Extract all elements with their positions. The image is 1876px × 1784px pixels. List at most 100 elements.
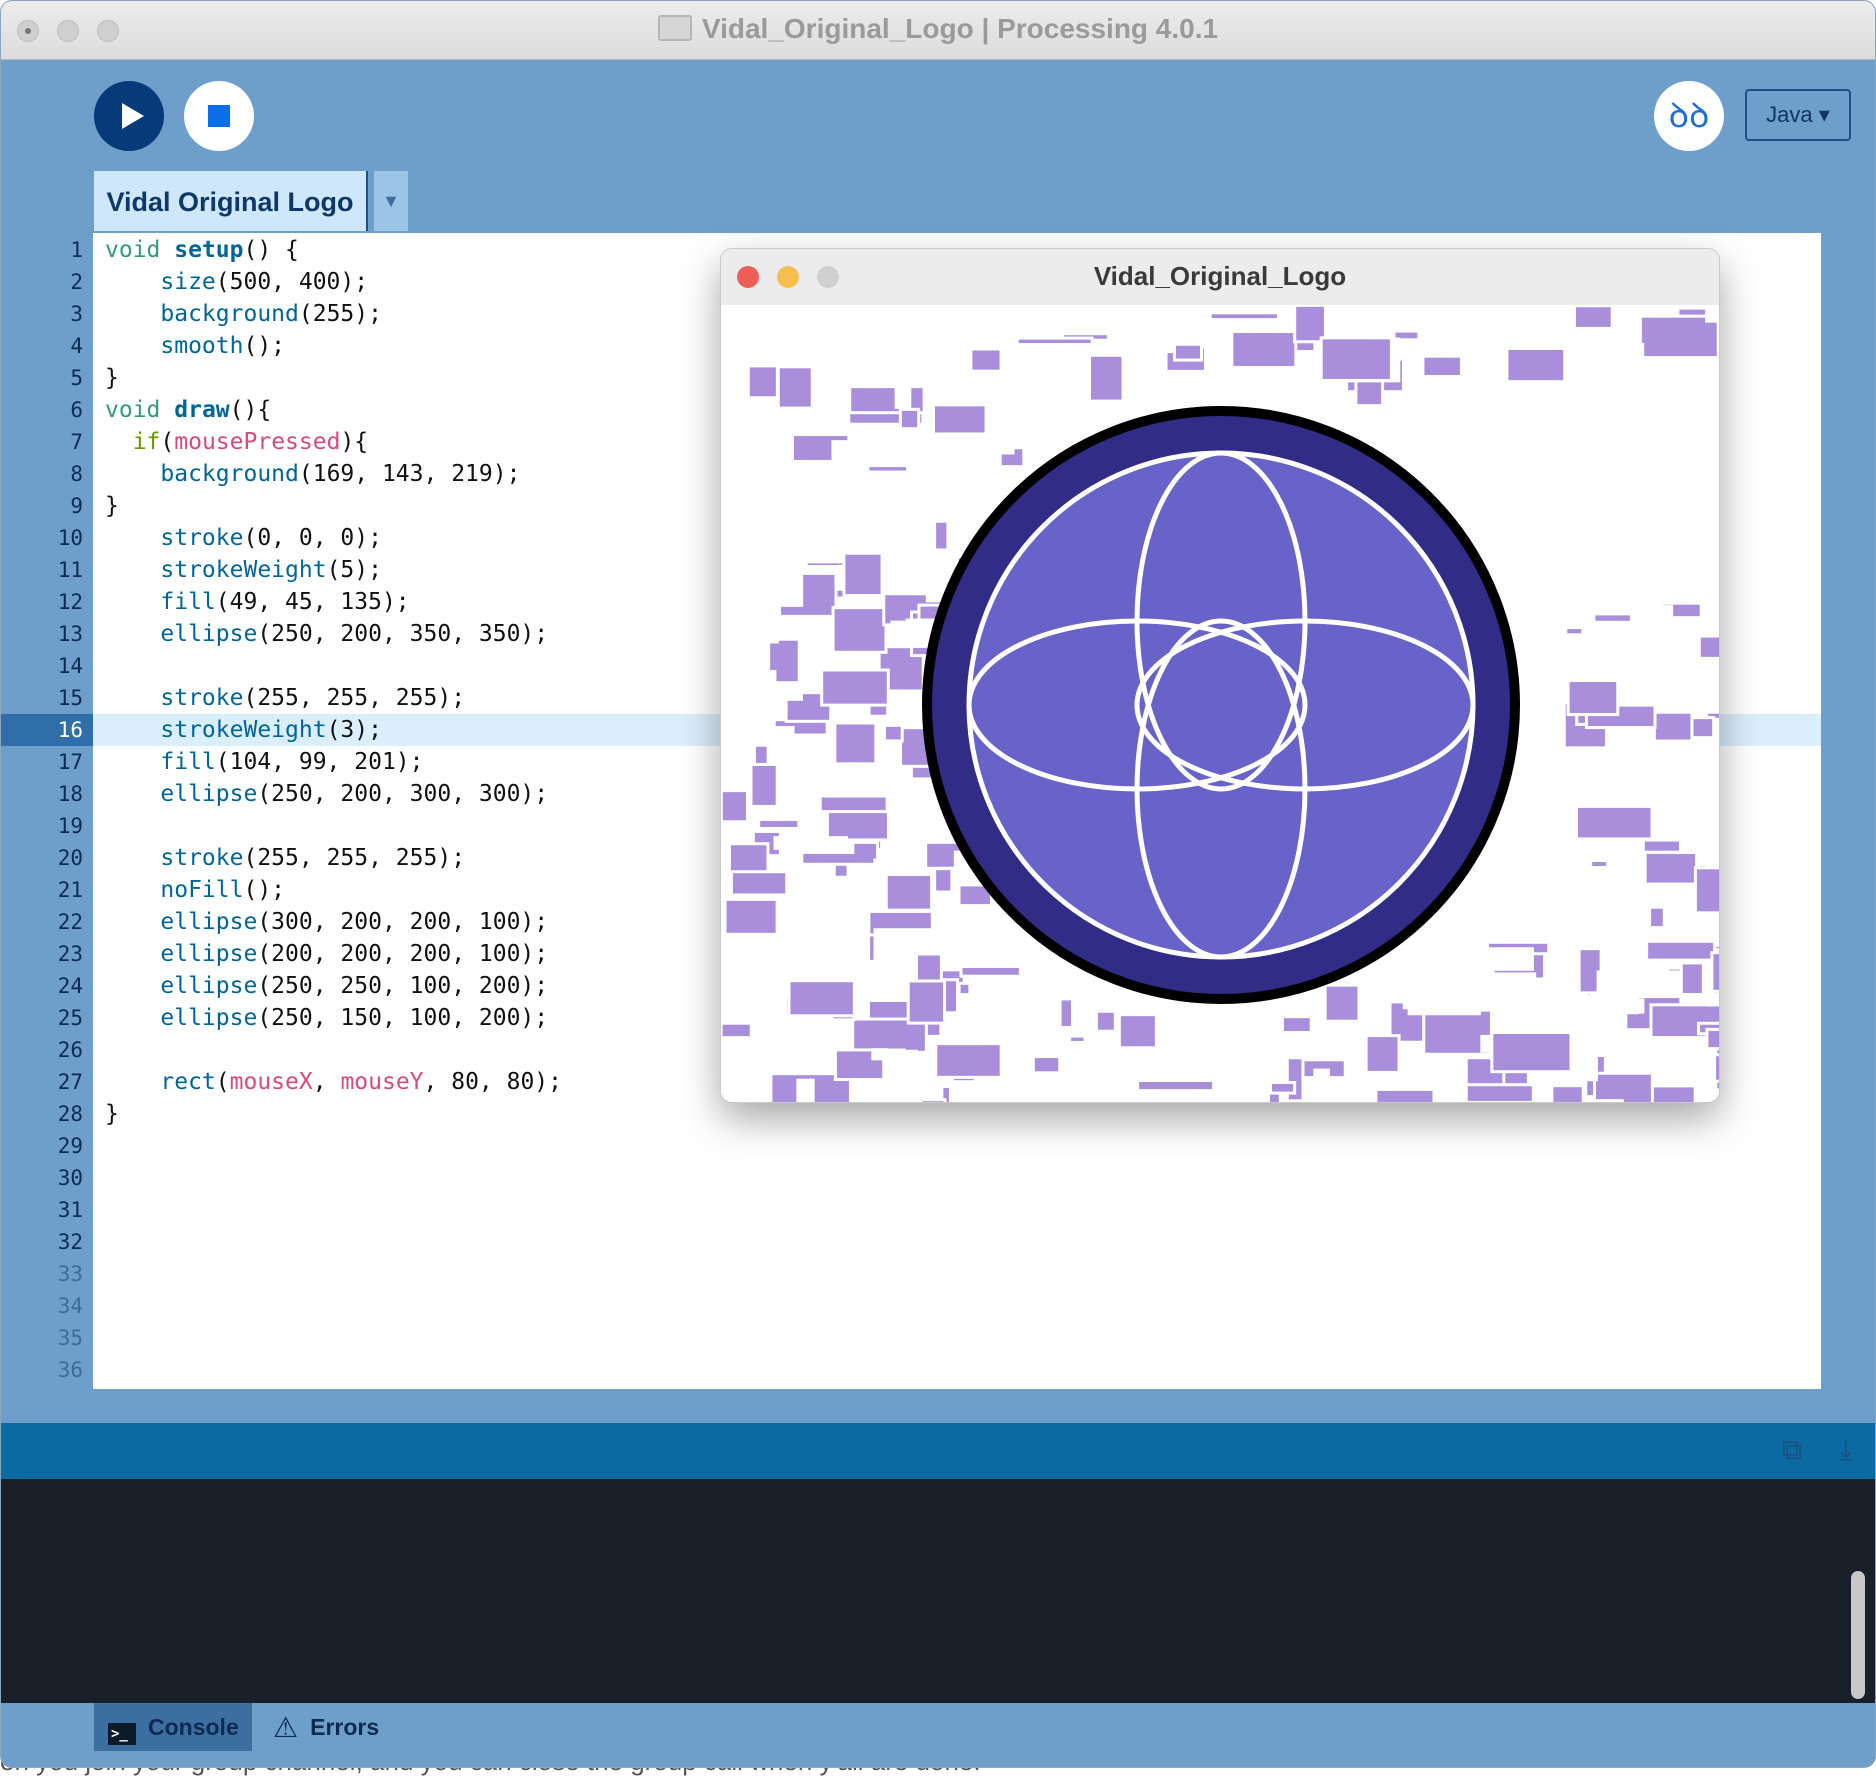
code-line[interactable]: fill(49, 45, 135); — [105, 586, 562, 618]
code-line[interactable]: fill(104, 99, 201); — [105, 746, 562, 778]
code-line[interactable]: smooth(); — [105, 330, 562, 362]
code-line[interactable]: } — [105, 1098, 562, 1130]
debugger-button[interactable]: ꝺꝺ — [1654, 81, 1724, 151]
code-token: ellipse — [160, 941, 258, 967]
code-line[interactable]: stroke(255, 255, 255); — [105, 842, 562, 874]
code-line[interactable] — [105, 810, 562, 842]
code-line[interactable]: } — [105, 362, 562, 394]
mouse-trail-rect — [800, 894, 839, 934]
code-line[interactable]: } — [105, 490, 562, 522]
sketch-window[interactable]: Vidal_Original_Logo — [720, 248, 1720, 1103]
code-token: (104, 99, 201); — [215, 749, 424, 775]
line-number: 5 — [70, 366, 83, 390]
code-line[interactable]: ellipse(250, 200, 300, 300); — [105, 778, 562, 810]
play-icon — [122, 103, 144, 129]
mouse-trail-rect — [1572, 305, 1614, 330]
line-number: 12 — [57, 590, 83, 614]
code-line[interactable]: background(169, 143, 219); — [105, 458, 562, 490]
line-number: 34 — [57, 1294, 83, 1318]
code-token: (); — [243, 333, 286, 359]
mouse-trail-rect — [1583, 783, 1628, 804]
mouse-trail-rect — [1648, 905, 1666, 930]
console-output[interactable] — [1, 1479, 1875, 1703]
code-line[interactable]: void setup() { — [105, 234, 562, 266]
tab-console[interactable]: >_ Console — [94, 1703, 252, 1751]
mouse-trail-rect — [859, 514, 921, 541]
code-line[interactable]: ellipse(250, 150, 100, 200); — [105, 1002, 562, 1034]
code-token: background — [160, 461, 299, 487]
code-line[interactable]: background(255); — [105, 298, 562, 330]
code-token: fill — [160, 749, 216, 775]
code-line[interactable] — [105, 650, 562, 682]
mouse-trail-rect — [746, 364, 779, 400]
code-token: ( — [215, 1069, 230, 1095]
code-line[interactable]: void draw(){ — [105, 394, 562, 426]
line-number: 31 — [57, 1198, 83, 1222]
mouse-trail-rect — [914, 800, 930, 815]
code-line[interactable]: ellipse(250, 200, 350, 350); — [105, 618, 562, 650]
clear-icon[interactable]: ⤓ — [1831, 1435, 1861, 1465]
line-number: 14 — [57, 654, 83, 678]
code-token: (500, 400); — [215, 269, 369, 295]
code-token: stroke — [160, 685, 244, 711]
tab-menu-chevron-down-icon[interactable]: ▼ — [374, 171, 408, 231]
mouse-trail-rect — [1208, 311, 1280, 322]
code-line[interactable]: size(500, 400); — [105, 266, 562, 298]
mouse-trail-rect — [894, 380, 912, 409]
mouse-trail-rect — [933, 867, 954, 894]
code-line[interactable]: strokeWeight(5); — [105, 554, 562, 586]
tab-vidal-original-logo[interactable]: Vidal Original Logo — [94, 171, 368, 231]
mouse-trail-rect — [933, 519, 950, 552]
mouse-trail-rect — [948, 1080, 1007, 1102]
mouse-trail-rect — [1635, 766, 1700, 796]
mouse-trail-rect — [894, 1049, 919, 1096]
line-number: 17 — [57, 750, 83, 774]
line-number-gutter: 1 2 3 4 5 6 7 8 9 10 11 12 13 14 15 16 17 18 19 20 21 22 23 24 2… — [1, 233, 93, 1389]
mouse-trail-rect — [1574, 804, 1654, 841]
code-token: (5); — [326, 557, 382, 583]
mouse-trail-rect — [1592, 1071, 1654, 1102]
line-number: 10 — [57, 526, 83, 550]
code-line[interactable]: if(mousePressed){ — [105, 426, 562, 458]
code-line[interactable]: ellipse(250, 250, 100, 200); — [105, 970, 562, 1002]
mouse-trail-rect — [842, 551, 884, 598]
code-token: (){ — [229, 397, 272, 423]
mouse-trail-rect — [1268, 1080, 1297, 1095]
code-line[interactable]: noFill(); — [105, 874, 562, 906]
console-scrollbar[interactable] — [1851, 1571, 1865, 1699]
stop-button[interactable] — [184, 81, 254, 151]
sketch-canvas[interactable] — [721, 305, 1720, 1103]
code-line[interactable]: stroke(0, 0, 0); — [105, 522, 562, 554]
mouse-trail-rect — [1697, 634, 1719, 660]
copy-icon[interactable]: ⧉ — [1777, 1435, 1807, 1465]
mouse-trail-rect — [898, 407, 921, 431]
mouse-trail-rect — [1553, 326, 1581, 337]
code-line[interactable] — [105, 1034, 562, 1066]
mode-selector[interactable]: Java ▾ — [1745, 89, 1851, 141]
code-line[interactable]: stroke(255, 255, 255); — [105, 682, 562, 714]
code-token: ellipse — [160, 621, 258, 647]
code-token: rect — [160, 1069, 216, 1095]
line-number: 25 — [57, 1006, 83, 1030]
code-token: (255); — [298, 301, 382, 327]
tab-errors[interactable]: ⚠ Errors — [273, 1703, 413, 1751]
line-number: 19 — [57, 814, 83, 838]
code-text[interactable]: void setup() { size(500, 400); backgroun… — [105, 234, 562, 1130]
code-token: background — [160, 301, 299, 327]
code-token: (250, 200, 300, 300); — [257, 781, 549, 807]
code-line[interactable]: strokeWeight(3); — [105, 714, 562, 746]
code-token: (250, 200, 350, 350); — [257, 621, 549, 647]
code-line[interactable]: rect(mouseX, mouseY, 80, 80); — [105, 1066, 562, 1098]
title-bar: Vidal_Original_Logo | Processing 4.0.1 — [1, 1, 1875, 60]
mouse-trail-rect — [1432, 1080, 1459, 1102]
run-button[interactable] — [94, 81, 164, 151]
code-line[interactable]: ellipse(300, 200, 200, 100); — [105, 906, 562, 938]
code-line[interactable]: ellipse(200, 200, 200, 100); — [105, 938, 562, 970]
code-token: strokeWeight — [160, 557, 327, 583]
